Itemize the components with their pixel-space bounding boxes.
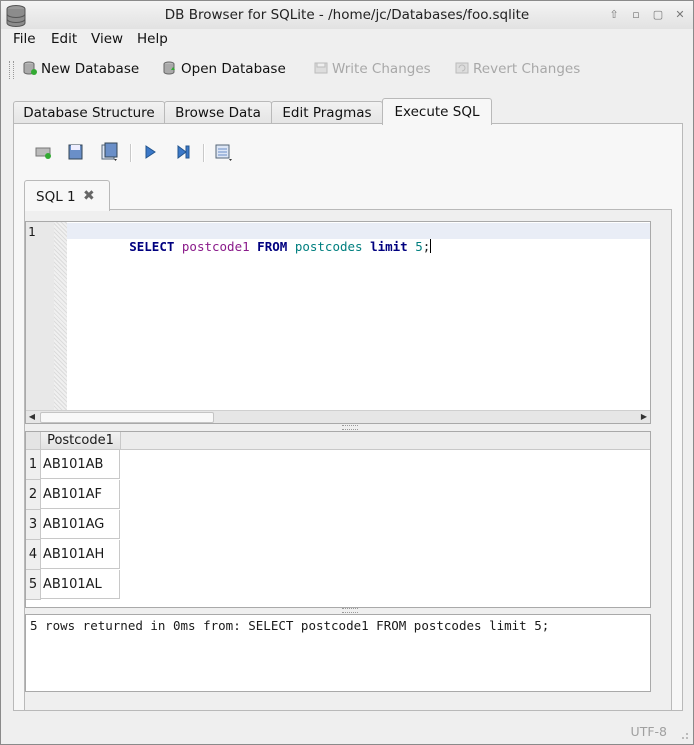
new-database-icon [23,61,37,75]
sql-punct: ; [422,239,431,254]
query-message: 5 rows returned in 0ms from: SELECT post… [30,618,550,633]
sql-table: postcodes [294,239,363,254]
sql-tab-label: SQL 1 [36,189,76,205]
sql-space [363,239,371,254]
text-cursor [430,239,432,253]
encoding-label: UTF-8 [630,724,667,739]
close-icon[interactable]: ✕ [671,7,689,23]
execute-all-icon[interactable] [140,142,160,162]
execute-current-line-icon[interactable] [173,142,193,162]
column-header-postcode1[interactable]: Postcode1 [41,432,121,450]
table-cell[interactable]: AB101AG [41,510,120,539]
sql-code-line[interactable]: SELECT postcode1 FROM postcodes limit 5; [69,223,432,271]
sql-space [287,239,295,254]
toolbar-separator [130,144,132,162]
line-number: 1 [28,224,36,239]
row-header[interactable]: 4 [26,540,41,570]
grid-corner[interactable] [26,432,41,450]
table-cell[interactable]: AB101AB [41,450,120,479]
revert-changes-icon [455,62,469,74]
line-number-gutter: 1 [26,222,54,411]
horizontal-scrollbar[interactable]: ◀ ▶ [26,410,650,423]
table-cell[interactable]: AB101AH [41,540,120,569]
sql-editor-tab[interactable]: SQL 1 ✖ [24,180,110,211]
revert-changes-label: Revert Changes [473,61,581,77]
results-grid[interactable]: Postcode1 1 AB101AB 2 AB101AF 3 AB101AG … [25,431,651,608]
revert-changes-button[interactable]: Revert Changes [455,61,580,79]
table-cell[interactable]: AB101AF [41,480,120,509]
save-sql-file-icon[interactable] [100,142,120,162]
header-filler [121,432,650,450]
tab-execute-sql[interactable]: Execute SQL [382,98,492,125]
open-database-icon [163,61,175,75]
menu-bar: File Edit View Help [1,29,693,51]
fold-margin [54,222,67,411]
shade-icon[interactable]: ⇧ [605,7,623,23]
splitter-handle[interactable] [342,608,358,613]
open-tab-icon[interactable] [34,142,54,162]
new-database-button[interactable]: New Database [23,61,139,79]
close-tab-icon[interactable]: ✖ [83,188,95,204]
sql-keyword: limit [370,239,408,254]
title-bar[interactable]: DB Browser for SQLite - /home/jc/Databas… [1,1,693,30]
tab-database-structure[interactable]: Database Structure [13,101,165,124]
splitter-handle[interactable] [342,425,358,430]
menu-edit[interactable]: Edit [51,31,77,47]
status-bar: UTF-8 [1,720,693,744]
write-changes-button[interactable]: Write Changes [314,61,431,79]
menu-help[interactable]: Help [137,31,168,47]
sql-column: postcode1 [181,239,250,254]
menu-file[interactable]: File [13,31,36,47]
row-header[interactable]: 3 [26,510,41,540]
export-results-icon[interactable] [214,142,234,162]
open-database-label: Open Database [181,61,286,77]
toolbar-separator [203,144,205,162]
open-sql-file-icon[interactable] [66,142,86,162]
resize-grip-icon[interactable] [677,728,689,740]
main-toolbar: New Database Open Database Write Changes… [1,53,693,87]
toolbar-grip[interactable] [9,61,14,79]
scroll-left-icon[interactable]: ◀ [26,411,38,423]
row-header[interactable]: 2 [26,480,41,510]
sql-editor[interactable]: 1 SELECT postcode1 FROM postcodes limit … [25,221,651,424]
write-changes-label: Write Changes [332,61,431,77]
maximize-icon[interactable]: ▢ [649,7,667,23]
app-window: DB Browser for SQLite - /home/jc/Databas… [0,0,694,745]
scroll-right-icon[interactable]: ▶ [638,411,650,423]
scrollbar-thumb[interactable] [40,412,214,423]
sql-keyword: FROM [257,239,288,254]
sql-space [174,239,182,254]
open-database-button[interactable]: Open Database [163,61,286,79]
sql-number: 5 [415,239,423,254]
minimize-icon[interactable]: ▫ [627,7,645,23]
row-header[interactable]: 5 [26,570,41,600]
row-header[interactable]: 1 [26,450,41,480]
sql-keyword: SELECT [129,239,175,254]
write-changes-icon [314,62,328,74]
query-message-pane[interactable]: 5 rows returned in 0ms from: SELECT post… [25,614,651,692]
execute-sql-panel: SQL 1 ✖ 1 SELECT postcode1 FROM postcode… [13,123,683,711]
tab-edit-pragmas[interactable]: Edit Pragmas [271,101,383,124]
menu-view[interactable]: View [91,31,123,47]
window-title: DB Browser for SQLite - /home/jc/Databas… [164,7,530,23]
table-cell[interactable]: AB101AL [41,570,120,599]
new-database-label: New Database [41,61,140,77]
tab-browse-data[interactable]: Browse Data [164,101,272,124]
